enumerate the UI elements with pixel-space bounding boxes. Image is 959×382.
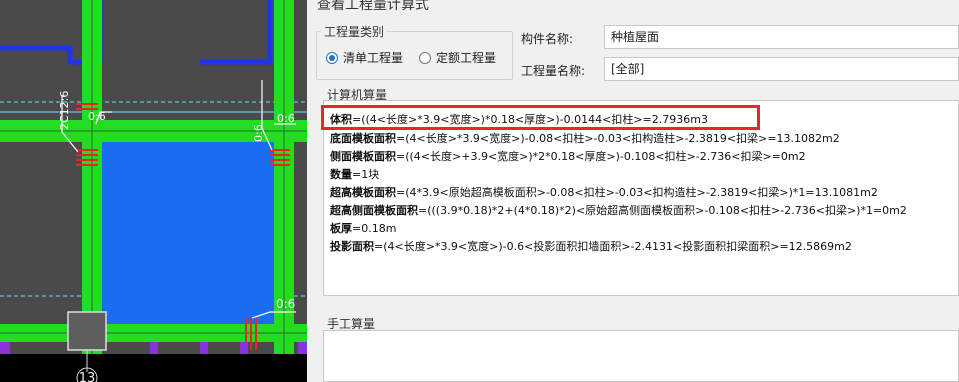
formula-line-4[interactable]: 数量=1块 <box>330 166 379 182</box>
column-block <box>67 311 107 351</box>
dim-label-4: 0:6 <box>277 112 295 125</box>
radio-list-label: 清单工程量 <box>343 51 404 65</box>
component-field[interactable]: 种植屋面 <box>604 25 959 49</box>
qty-name-field[interactable]: [全部] <box>604 57 959 81</box>
dim-label-2: 0:6 <box>88 110 106 123</box>
formula-line-2[interactable]: 底面模板面积=(4<长度>*3.9<宽度>)-0.08<扣柱>-0.03<扣构造… <box>330 130 840 146</box>
dim-label-3: 0:6 <box>252 124 265 142</box>
radio-selected-icon <box>326 51 338 64</box>
slab-region <box>102 142 274 324</box>
dim-label-5: 0:6 <box>276 297 295 311</box>
radio-quota-qty[interactable]: 定额工程量 <box>419 49 496 66</box>
cad-drawing: 13 2C12:6 0:6 0:6 0:6 0:6 <box>0 0 307 382</box>
formula-line-6[interactable]: 超高侧面模板面积=(((3.9*0.18)*2+(4*0.18)*2)<原始超高… <box>330 202 907 218</box>
component-label: 构件名称: <box>521 32 574 46</box>
volume-highlight-box: 体积=((4<长度>*3.9<宽度>)*0.18<厚度>)-0.0144<扣柱>… <box>321 105 760 130</box>
qty-type-legend: 工程量类别 <box>324 25 385 39</box>
formula-line-5[interactable]: 超高模板面积=(4*3.9<原始超高模板面积>-0.08<扣柱>-0.03<扣构… <box>330 184 878 200</box>
radio-list-qty[interactable]: 清单工程量 <box>326 49 403 66</box>
formula-line-7[interactable]: 板厚=0.18m <box>330 220 396 236</box>
dim-label-1: 2C12:6 <box>58 91 71 130</box>
formula-line-3[interactable]: 侧面模板面积=((4<长度>+3.9<宽度>)*2*0.18<厚度>)-0.10… <box>330 148 806 164</box>
dialog-title: 查看工程量计算式 <box>317 0 429 13</box>
formula-line-1[interactable]: 体积=((4<长度>*3.9<宽度>)*0.18<厚度>)-0.0144<扣柱>… <box>330 111 708 127</box>
axis-number: 13 <box>79 371 96 382</box>
quantity-formula-dialog: 查看工程量计算式 工程量类别 清单工程量 定额工程量 构件名称: 种植屋面 工程… <box>307 0 959 382</box>
qty-name-label: 工程量名称: <box>521 64 586 78</box>
radio-empty-icon <box>419 51 431 64</box>
formula-line-8[interactable]: 投影面积=(4<长度>*3.9<宽度>)-0.6<投影面积扣墙面积>-2.413… <box>330 238 852 254</box>
manual-calc-box[interactable] <box>323 330 959 382</box>
cad-canvas[interactable]: 13 2C12:6 0:6 0:6 0:6 0:6 <box>0 0 307 382</box>
radio-quota-label: 定额工程量 <box>436 51 497 65</box>
